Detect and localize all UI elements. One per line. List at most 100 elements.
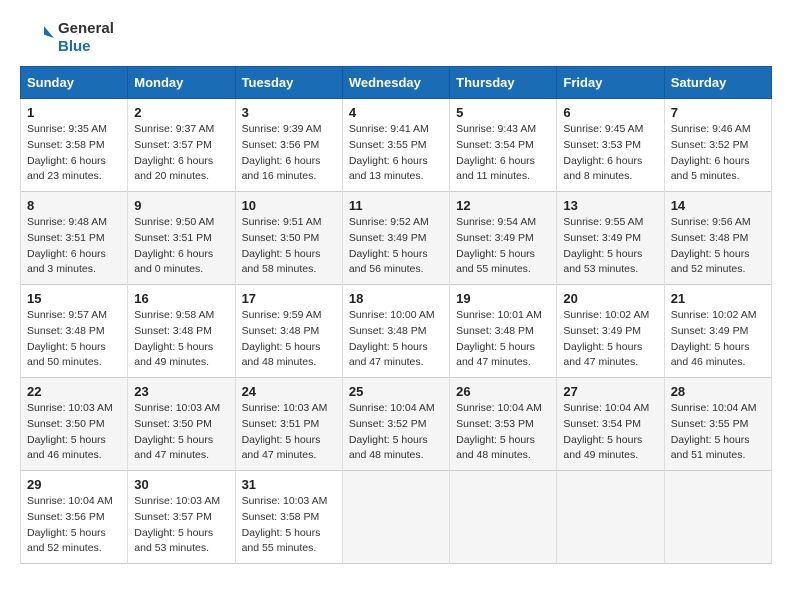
day-info: Sunrise: 10:02 AM Sunset: 3:49 PM Daylig…	[671, 308, 765, 371]
day-info: Sunrise: 9:37 AM Sunset: 3:57 PM Dayligh…	[134, 122, 228, 185]
day-info: Sunrise: 9:39 AM Sunset: 3:56 PM Dayligh…	[242, 122, 336, 185]
calendar-cell	[342, 471, 449, 564]
day-info: Sunrise: 10:00 AM Sunset: 3:48 PM Daylig…	[349, 308, 443, 371]
calendar-cell: 2 Sunrise: 9:37 AM Sunset: 3:57 PM Dayli…	[128, 99, 235, 192]
day-number: 21	[671, 291, 765, 306]
calendar-cell: 10 Sunrise: 9:51 AM Sunset: 3:50 PM Dayl…	[235, 192, 342, 285]
calendar-cell: 24 Sunrise: 10:03 AM Sunset: 3:51 PM Day…	[235, 378, 342, 471]
day-info: Sunrise: 9:46 AM Sunset: 3:52 PM Dayligh…	[671, 122, 765, 185]
day-number: 19	[456, 291, 550, 306]
day-info: Sunrise: 9:48 AM Sunset: 3:51 PM Dayligh…	[27, 215, 121, 278]
day-number: 7	[671, 105, 765, 120]
day-number: 24	[242, 384, 336, 399]
calendar-cell: 22 Sunrise: 10:03 AM Sunset: 3:50 PM Day…	[21, 378, 128, 471]
calendar-cell: 15 Sunrise: 9:57 AM Sunset: 3:48 PM Dayl…	[21, 285, 128, 378]
day-info: Sunrise: 10:03 AM Sunset: 3:50 PM Daylig…	[134, 401, 228, 464]
logo-general: General	[58, 20, 114, 38]
day-number: 27	[563, 384, 657, 399]
calendar-cell: 6 Sunrise: 9:45 AM Sunset: 3:53 PM Dayli…	[557, 99, 664, 192]
logo-graphic	[20, 20, 56, 56]
calendar-cell: 12 Sunrise: 9:54 AM Sunset: 3:49 PM Dayl…	[450, 192, 557, 285]
day-info: Sunrise: 10:04 AM Sunset: 3:52 PM Daylig…	[349, 401, 443, 464]
logo-text: General Blue	[58, 20, 114, 56]
day-info: Sunrise: 10:03 AM Sunset: 3:58 PM Daylig…	[242, 494, 336, 557]
day-number: 31	[242, 477, 336, 492]
calendar-row: 8 Sunrise: 9:48 AM Sunset: 3:51 PM Dayli…	[21, 192, 772, 285]
calendar-cell: 19 Sunrise: 10:01 AM Sunset: 3:48 PM Day…	[450, 285, 557, 378]
calendar-cell: 18 Sunrise: 10:00 AM Sunset: 3:48 PM Day…	[342, 285, 449, 378]
day-number: 10	[242, 198, 336, 213]
day-info: Sunrise: 9:59 AM Sunset: 3:48 PM Dayligh…	[242, 308, 336, 371]
day-number: 29	[27, 477, 121, 492]
calendar-cell	[557, 471, 664, 564]
day-info: Sunrise: 10:04 AM Sunset: 3:56 PM Daylig…	[27, 494, 121, 557]
calendar-cell	[664, 471, 771, 564]
day-info: Sunrise: 10:03 AM Sunset: 3:50 PM Daylig…	[27, 401, 121, 464]
day-number: 5	[456, 105, 550, 120]
calendar-cell: 31 Sunrise: 10:03 AM Sunset: 3:58 PM Day…	[235, 471, 342, 564]
col-thursday: Thursday	[450, 67, 557, 99]
day-number: 30	[134, 477, 228, 492]
day-number: 22	[27, 384, 121, 399]
header: General Blue	[20, 20, 772, 56]
logo-blue: Blue	[58, 38, 114, 56]
col-tuesday: Tuesday	[235, 67, 342, 99]
calendar-cell: 13 Sunrise: 9:55 AM Sunset: 3:49 PM Dayl…	[557, 192, 664, 285]
calendar-cell: 29 Sunrise: 10:04 AM Sunset: 3:56 PM Day…	[21, 471, 128, 564]
calendar-cell: 9 Sunrise: 9:50 AM Sunset: 3:51 PM Dayli…	[128, 192, 235, 285]
col-sunday: Sunday	[21, 67, 128, 99]
day-number: 13	[563, 198, 657, 213]
day-info: Sunrise: 9:54 AM Sunset: 3:49 PM Dayligh…	[456, 215, 550, 278]
day-info: Sunrise: 9:51 AM Sunset: 3:50 PM Dayligh…	[242, 215, 336, 278]
calendar-cell: 11 Sunrise: 9:52 AM Sunset: 3:49 PM Dayl…	[342, 192, 449, 285]
day-info: Sunrise: 10:03 AM Sunset: 3:51 PM Daylig…	[242, 401, 336, 464]
col-monday: Monday	[128, 67, 235, 99]
day-info: Sunrise: 9:52 AM Sunset: 3:49 PM Dayligh…	[349, 215, 443, 278]
calendar-cell: 21 Sunrise: 10:02 AM Sunset: 3:49 PM Day…	[664, 285, 771, 378]
day-number: 26	[456, 384, 550, 399]
day-number: 3	[242, 105, 336, 120]
day-number: 2	[134, 105, 228, 120]
day-number: 14	[671, 198, 765, 213]
calendar-cell: 25 Sunrise: 10:04 AM Sunset: 3:52 PM Day…	[342, 378, 449, 471]
calendar-cell: 14 Sunrise: 9:56 AM Sunset: 3:48 PM Dayl…	[664, 192, 771, 285]
header-row: Sunday Monday Tuesday Wednesday Thursday…	[21, 67, 772, 99]
calendar-cell: 5 Sunrise: 9:43 AM Sunset: 3:54 PM Dayli…	[450, 99, 557, 192]
logo-container: General Blue	[20, 20, 114, 56]
day-number: 9	[134, 198, 228, 213]
calendar-table: Sunday Monday Tuesday Wednesday Thursday…	[20, 66, 772, 564]
logo: General Blue	[20, 20, 114, 56]
day-number: 11	[349, 198, 443, 213]
calendar-row: 1 Sunrise: 9:35 AM Sunset: 3:58 PM Dayli…	[21, 99, 772, 192]
day-number: 18	[349, 291, 443, 306]
day-number: 25	[349, 384, 443, 399]
day-number: 1	[27, 105, 121, 120]
col-wednesday: Wednesday	[342, 67, 449, 99]
calendar-cell: 27 Sunrise: 10:04 AM Sunset: 3:54 PM Day…	[557, 378, 664, 471]
day-info: Sunrise: 9:57 AM Sunset: 3:48 PM Dayligh…	[27, 308, 121, 371]
day-info: Sunrise: 9:50 AM Sunset: 3:51 PM Dayligh…	[134, 215, 228, 278]
col-saturday: Saturday	[664, 67, 771, 99]
day-number: 12	[456, 198, 550, 213]
day-info: Sunrise: 10:02 AM Sunset: 3:49 PM Daylig…	[563, 308, 657, 371]
day-info: Sunrise: 9:43 AM Sunset: 3:54 PM Dayligh…	[456, 122, 550, 185]
day-info: Sunrise: 9:56 AM Sunset: 3:48 PM Dayligh…	[671, 215, 765, 278]
day-number: 20	[563, 291, 657, 306]
calendar-cell: 23 Sunrise: 10:03 AM Sunset: 3:50 PM Day…	[128, 378, 235, 471]
day-info: Sunrise: 10:04 AM Sunset: 3:54 PM Daylig…	[563, 401, 657, 464]
day-number: 6	[563, 105, 657, 120]
calendar-row: 22 Sunrise: 10:03 AM Sunset: 3:50 PM Day…	[21, 378, 772, 471]
day-info: Sunrise: 9:35 AM Sunset: 3:58 PM Dayligh…	[27, 122, 121, 185]
day-info: Sunrise: 10:01 AM Sunset: 3:48 PM Daylig…	[456, 308, 550, 371]
calendar-cell: 3 Sunrise: 9:39 AM Sunset: 3:56 PM Dayli…	[235, 99, 342, 192]
day-info: Sunrise: 9:58 AM Sunset: 3:48 PM Dayligh…	[134, 308, 228, 371]
day-info: Sunrise: 9:55 AM Sunset: 3:49 PM Dayligh…	[563, 215, 657, 278]
calendar-cell: 20 Sunrise: 10:02 AM Sunset: 3:49 PM Day…	[557, 285, 664, 378]
calendar-cell: 26 Sunrise: 10:04 AM Sunset: 3:53 PM Day…	[450, 378, 557, 471]
day-number: 8	[27, 198, 121, 213]
calendar-cell: 8 Sunrise: 9:48 AM Sunset: 3:51 PM Dayli…	[21, 192, 128, 285]
calendar-cell: 16 Sunrise: 9:58 AM Sunset: 3:48 PM Dayl…	[128, 285, 235, 378]
calendar-cell: 28 Sunrise: 10:04 AM Sunset: 3:55 PM Day…	[664, 378, 771, 471]
day-number: 23	[134, 384, 228, 399]
calendar-cell: 7 Sunrise: 9:46 AM Sunset: 3:52 PM Dayli…	[664, 99, 771, 192]
